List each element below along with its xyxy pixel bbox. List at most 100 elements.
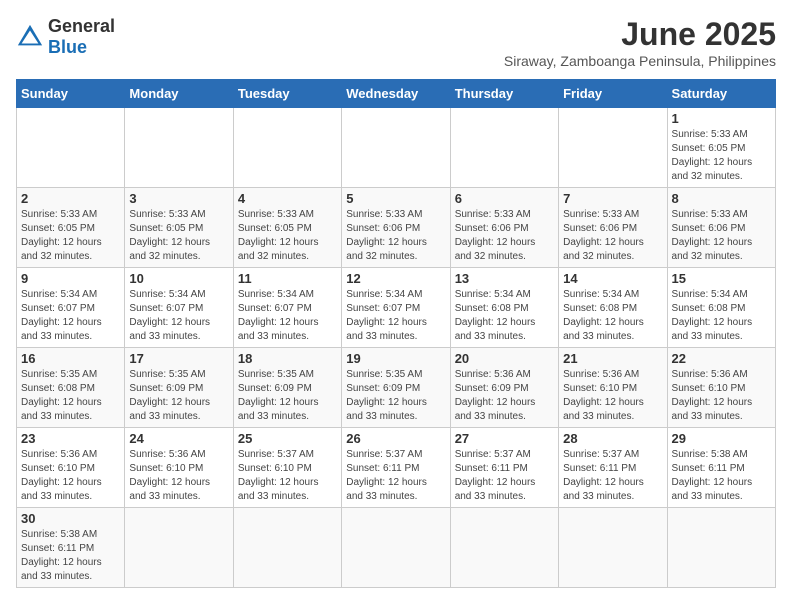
- calendar-day-cell: [559, 508, 667, 588]
- calendar-day-cell: 11 Sunrise: 5:34 AM Sunset: 6:07 PM Dayli…: [233, 268, 341, 348]
- day-info: Sunrise: 5:38 AM Sunset: 6:11 PM Dayligh…: [21, 528, 120, 584]
- day-number: 3: [129, 191, 228, 206]
- calendar-day-cell: 1 Sunrise: 5:33 AM Sunset: 6:05 PM Daylig…: [667, 108, 775, 188]
- calendar-day-cell: 7Sunrise: 5:33 AM Sunset: 6:06 PM Daylig…: [559, 188, 667, 268]
- day-info: Sunrise: 5:33 AM Sunset: 6:05 PM Dayligh…: [238, 208, 337, 264]
- day-info: Sunrise: 5:34 AM Sunset: 6:07 PM Dayligh…: [21, 288, 120, 344]
- day-info: Sunrise: 5:34 AM Sunset: 6:07 PM Dayligh…: [238, 288, 337, 344]
- day-number: 15: [672, 271, 771, 286]
- day-of-week-header: Monday: [125, 80, 233, 108]
- calendar-week-row: 30 Sunrise: 5:38 AM Sunset: 6:11 PM Dayli…: [17, 508, 776, 588]
- day-number: 17: [129, 351, 228, 366]
- logo-blue: Blue: [48, 37, 87, 57]
- calendar-day-cell: 29 Sunrise: 5:38 AM Sunset: 6:11 PM Dayli…: [667, 428, 775, 508]
- day-info: Sunrise: 5:37 AM Sunset: 6:11 PM Dayligh…: [346, 448, 445, 504]
- day-of-week-header: Friday: [559, 80, 667, 108]
- calendar-week-row: 2 Sunrise: 5:33 AM Sunset: 6:05 PM Daylig…: [17, 188, 776, 268]
- day-number: 28: [563, 431, 662, 446]
- calendar-day-cell: [667, 508, 775, 588]
- calendar-day-cell: 5Sunrise: 5:33 AM Sunset: 6:06 PM Daylig…: [342, 188, 450, 268]
- calendar-week-row: 1 Sunrise: 5:33 AM Sunset: 6:05 PM Daylig…: [17, 108, 776, 188]
- day-of-week-header: Sunday: [17, 80, 125, 108]
- calendar-day-cell: 28Sunrise: 5:37 AM Sunset: 6:11 PM Dayli…: [559, 428, 667, 508]
- day-info: Sunrise: 5:33 AM Sunset: 6:05 PM Dayligh…: [672, 128, 771, 184]
- day-info: Sunrise: 5:34 AM Sunset: 6:08 PM Dayligh…: [455, 288, 554, 344]
- calendar-day-cell: 24 Sunrise: 5:36 AM Sunset: 6:10 PM Dayli…: [125, 428, 233, 508]
- calendar-day-cell: 3Sunrise: 5:33 AM Sunset: 6:05 PM Daylig…: [125, 188, 233, 268]
- calendar-day-cell: 9Sunrise: 5:34 AM Sunset: 6:07 PM Daylig…: [17, 268, 125, 348]
- day-info: Sunrise: 5:35 AM Sunset: 6:09 PM Dayligh…: [346, 368, 445, 424]
- calendar-day-cell: 8Sunrise: 5:33 AM Sunset: 6:06 PM Daylig…: [667, 188, 775, 268]
- calendar-day-cell: 12 Sunrise: 5:34 AM Sunset: 6:07 PM Dayli…: [342, 268, 450, 348]
- calendar-day-cell: 25Sunrise: 5:37 AM Sunset: 6:10 PM Dayli…: [233, 428, 341, 508]
- calendar-day-cell: [342, 508, 450, 588]
- calendar-day-cell: 10 Sunrise: 5:34 AM Sunset: 6:07 PM Dayli…: [125, 268, 233, 348]
- day-number: 21: [563, 351, 662, 366]
- day-of-week-header: Wednesday: [342, 80, 450, 108]
- day-number: 14: [563, 271, 662, 286]
- calendar-day-cell: [125, 108, 233, 188]
- calendar-day-cell: 30 Sunrise: 5:38 AM Sunset: 6:11 PM Dayli…: [17, 508, 125, 588]
- day-info: Sunrise: 5:36 AM Sunset: 6:10 PM Dayligh…: [129, 448, 228, 504]
- day-info: Sunrise: 5:34 AM Sunset: 6:08 PM Dayligh…: [563, 288, 662, 344]
- day-info: Sunrise: 5:37 AM Sunset: 6:11 PM Dayligh…: [455, 448, 554, 504]
- calendar-day-cell: 27Sunrise: 5:37 AM Sunset: 6:11 PM Dayli…: [450, 428, 558, 508]
- calendar-day-cell: 22Sunrise: 5:36 AM Sunset: 6:10 PM Dayli…: [667, 348, 775, 428]
- day-number: 19: [346, 351, 445, 366]
- days-of-week-row: SundayMondayTuesdayWednesdayThursdayFrid…: [17, 80, 776, 108]
- calendar-day-cell: 23 Sunrise: 5:36 AM Sunset: 6:10 PM Dayli…: [17, 428, 125, 508]
- day-info: Sunrise: 5:34 AM Sunset: 6:07 PM Dayligh…: [346, 288, 445, 344]
- calendar-day-cell: [450, 508, 558, 588]
- day-number: 24: [129, 431, 228, 446]
- day-info: Sunrise: 5:36 AM Sunset: 6:10 PM Dayligh…: [21, 448, 120, 504]
- calendar-day-cell: [450, 108, 558, 188]
- calendar-body: 1 Sunrise: 5:33 AM Sunset: 6:05 PM Daylig…: [17, 108, 776, 588]
- day-number: 30: [21, 511, 120, 526]
- day-number: 29: [672, 431, 771, 446]
- day-info: Sunrise: 5:34 AM Sunset: 6:07 PM Dayligh…: [129, 288, 228, 344]
- day-number: 18: [238, 351, 337, 366]
- calendar-day-cell: 6 Sunrise: 5:33 AM Sunset: 6:06 PM Daylig…: [450, 188, 558, 268]
- calendar-week-row: 16Sunrise: 5:35 AM Sunset: 6:08 PM Dayli…: [17, 348, 776, 428]
- calendar-day-cell: 15 Sunrise: 5:34 AM Sunset: 6:08 PM Dayli…: [667, 268, 775, 348]
- calendar-day-cell: 21 Sunrise: 5:36 AM Sunset: 6:10 PM Dayli…: [559, 348, 667, 428]
- day-of-week-header: Saturday: [667, 80, 775, 108]
- calendar-week-row: 9Sunrise: 5:34 AM Sunset: 6:07 PM Daylig…: [17, 268, 776, 348]
- day-info: Sunrise: 5:35 AM Sunset: 6:09 PM Dayligh…: [238, 368, 337, 424]
- calendar-week-row: 23 Sunrise: 5:36 AM Sunset: 6:10 PM Dayli…: [17, 428, 776, 508]
- day-number: 10: [129, 271, 228, 286]
- calendar-day-cell: 16Sunrise: 5:35 AM Sunset: 6:08 PM Dayli…: [17, 348, 125, 428]
- calendar-day-cell: 20Sunrise: 5:36 AM Sunset: 6:09 PM Dayli…: [450, 348, 558, 428]
- calendar-day-cell: 2Sunrise: 5:33 AM Sunset: 6:05 PM Daylig…: [17, 188, 125, 268]
- calendar-header: SundayMondayTuesdayWednesdayThursdayFrid…: [17, 80, 776, 108]
- day-number: 12: [346, 271, 445, 286]
- day-number: 20: [455, 351, 554, 366]
- day-of-week-header: Thursday: [450, 80, 558, 108]
- calendar-day-cell: 13Sunrise: 5:34 AM Sunset: 6:08 PM Dayli…: [450, 268, 558, 348]
- day-number: 1: [672, 111, 771, 126]
- calendar-day-cell: [342, 108, 450, 188]
- day-number: 11: [238, 271, 337, 286]
- calendar-day-cell: [559, 108, 667, 188]
- title-area: June 2025 Siraway, Zamboanga Peninsula, …: [504, 16, 776, 69]
- calendar-day-cell: 14 Sunrise: 5:34 AM Sunset: 6:08 PM Dayli…: [559, 268, 667, 348]
- calendar-day-cell: 17 Sunrise: 5:35 AM Sunset: 6:09 PM Dayli…: [125, 348, 233, 428]
- day-info: Sunrise: 5:38 AM Sunset: 6:11 PM Dayligh…: [672, 448, 771, 504]
- location-title: Siraway, Zamboanga Peninsula, Philippine…: [504, 53, 776, 69]
- day-info: Sunrise: 5:36 AM Sunset: 6:10 PM Dayligh…: [563, 368, 662, 424]
- day-info: Sunrise: 5:33 AM Sunset: 6:06 PM Dayligh…: [672, 208, 771, 264]
- day-info: Sunrise: 5:37 AM Sunset: 6:10 PM Dayligh…: [238, 448, 337, 504]
- day-number: 2: [21, 191, 120, 206]
- logo: General Blue: [16, 16, 115, 58]
- day-info: Sunrise: 5:33 AM Sunset: 6:06 PM Dayligh…: [455, 208, 554, 264]
- day-number: 23: [21, 431, 120, 446]
- calendar-table: SundayMondayTuesdayWednesdayThursdayFrid…: [16, 79, 776, 588]
- day-number: 7: [563, 191, 662, 206]
- day-number: 6: [455, 191, 554, 206]
- calendar-day-cell: 18 Sunrise: 5:35 AM Sunset: 6:09 PM Dayli…: [233, 348, 341, 428]
- day-info: Sunrise: 5:34 AM Sunset: 6:08 PM Dayligh…: [672, 288, 771, 344]
- calendar-day-cell: 26Sunrise: 5:37 AM Sunset: 6:11 PM Dayli…: [342, 428, 450, 508]
- logo-general: General: [48, 16, 115, 36]
- month-title: June 2025: [504, 16, 776, 53]
- day-info: Sunrise: 5:35 AM Sunset: 6:09 PM Dayligh…: [129, 368, 228, 424]
